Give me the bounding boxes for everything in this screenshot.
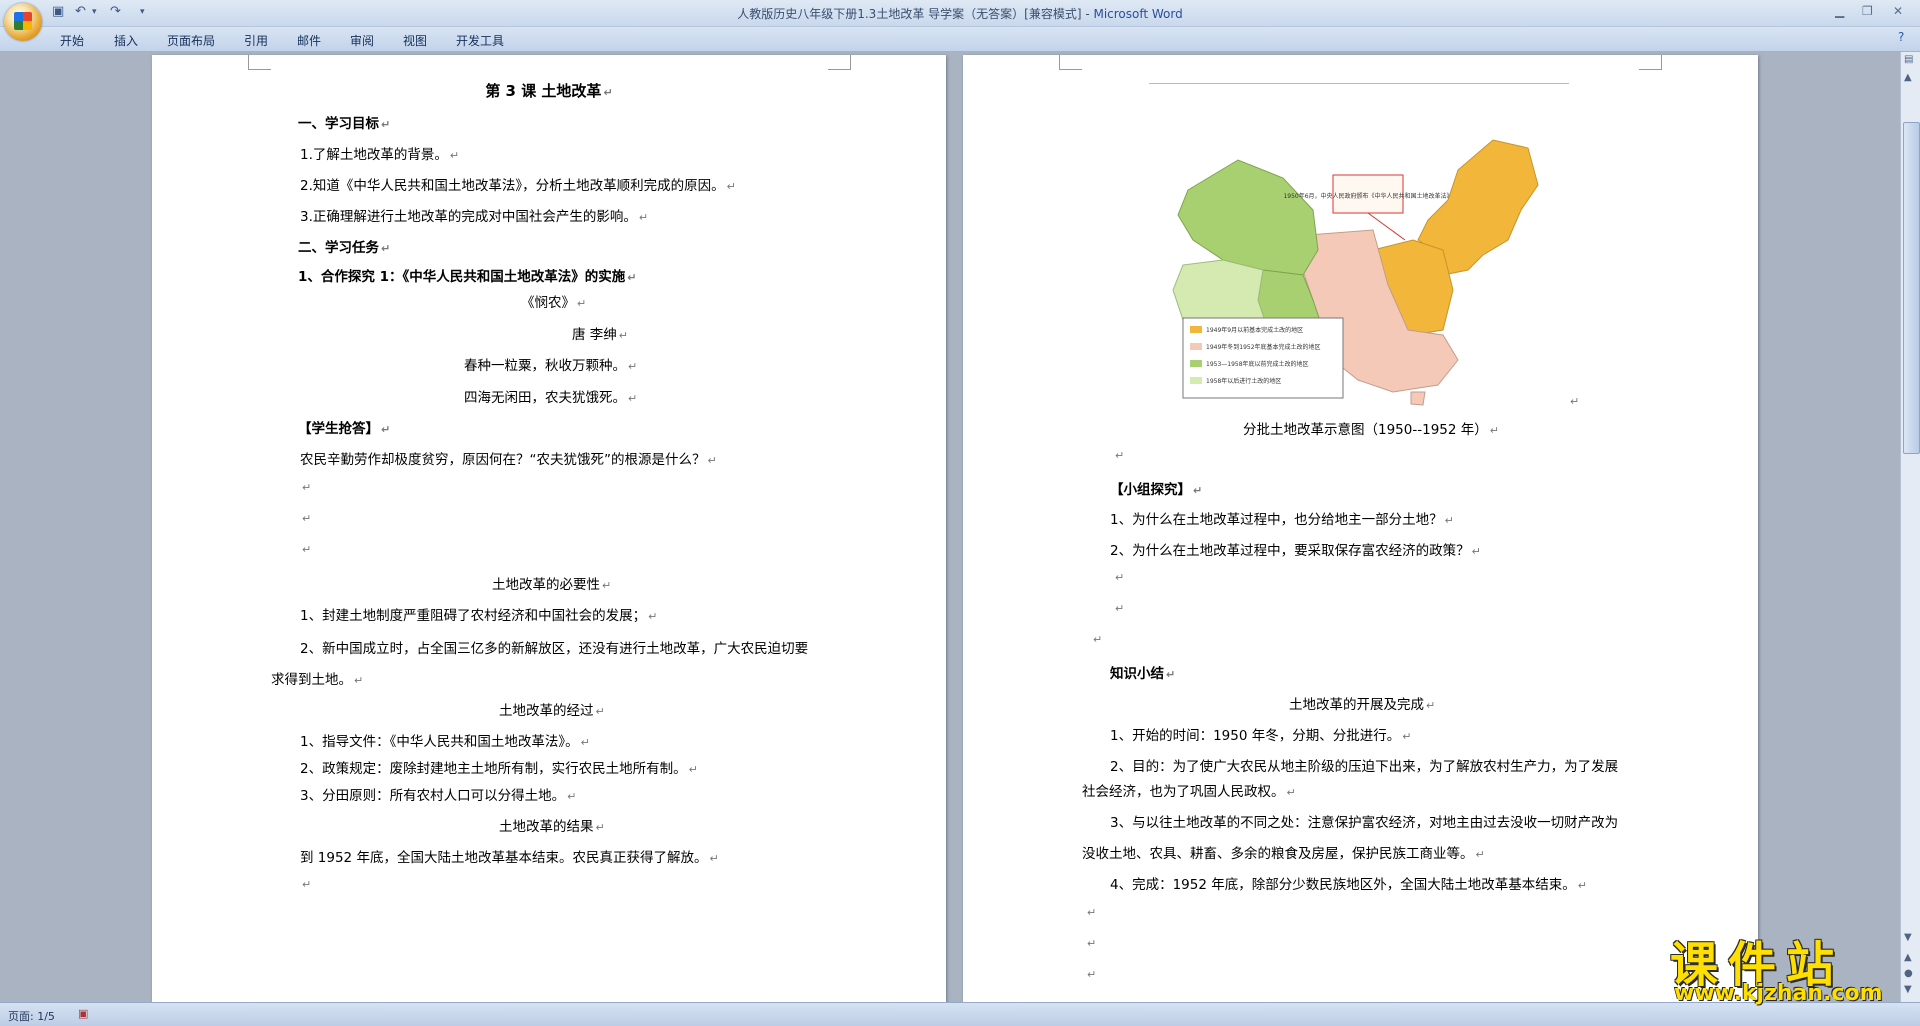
lesson-title: 第 3 课 土地改革 ↵ (485, 82, 613, 100)
empty-paragraph: ↵ (1115, 571, 1125, 584)
crop-mark (248, 55, 271, 70)
tab-mailings[interactable]: 邮件 (297, 32, 321, 49)
previous-page-icon[interactable]: ▲ (1904, 952, 1912, 963)
empty-paragraph: ↵ (1115, 602, 1125, 615)
question-text: 农民辛勤劳作却极度贫穷，原因何在？“农夫犹饿死”的根源是什么？ ↵ (300, 452, 717, 468)
image-frame-line (1149, 83, 1569, 84)
poem-line-1: 春种一粒粟，秋收万颗种。 ↵ (464, 358, 638, 374)
summary-3-line-2: 没收土地、农具、耕畜、多余的粮食及房屋，保护民族工商业等。 ↵ (1082, 846, 1485, 862)
tab-references[interactable]: 引用 (244, 32, 268, 49)
heading-goals: 一、学习目标 ↵ (298, 116, 391, 132)
summary-3-line-1: 3、与以往土地改革的不同之处：注意保护富农经济，对地主由过去没收一切财产改为 (1110, 815, 1619, 831)
summary-1: 1、开始的时间：1950 年冬，分期、分批进行。 ↵ (1110, 728, 1412, 744)
close-icon[interactable]: ✕ (1893, 4, 1903, 18)
goal-1: 1.了解土地改革的背景。 ↵ (300, 147, 460, 163)
office-logo-icon (14, 12, 32, 30)
document-title: 人教版历史八年级下册1.3土地改革 导学案（无答案）[兼容模式] (737, 7, 1082, 21)
map-region-pink (1410, 391, 1426, 406)
tab-developer[interactable]: 开发工具 (456, 32, 504, 49)
document-workspace: 第 3 课 土地改革 ↵ 一、学习目标 ↵ 1.了解土地改革的背景。 ↵ 2.知道《中… (0, 52, 1900, 1002)
poem-author: 唐 李绅 ↵ (572, 327, 629, 343)
poem-line-2: 四海无闲田，农夫犹饿死。 ↵ (464, 390, 638, 406)
tab-view[interactable]: 视图 (403, 32, 427, 49)
ruler-toggle-icon[interactable]: ▤ (1904, 54, 1913, 65)
student-answer-label: 【学生抢答】 ↵ (298, 421, 391, 437)
poem-title: 《悯农》 ↵ (521, 295, 587, 311)
restore-icon[interactable]: ❐ (1862, 4, 1873, 18)
watermark-url: www.kjzhan.com (1674, 981, 1883, 1006)
summary-2-line-2: 社会经济，也为了巩固人民政权。 ↵ (1082, 784, 1296, 800)
scroll-down-icon[interactable]: ▼ (1904, 932, 1912, 943)
map-caption: 分批土地改革示意图（1950--1952 年） ↵ (1243, 422, 1499, 438)
proofing-icon[interactable]: ▣ (78, 1007, 88, 1020)
summary-title: 土地改革的开展及完成 ↵ (1289, 697, 1436, 713)
ribbon-tab-bar: 开始 插入 页面布局 引用 邮件 审阅 视图 开发工具 ? (0, 27, 1920, 52)
map-legend-item: 1949年9月以前基本完成土改的地区 (1206, 326, 1303, 334)
map-legend-item: 1953—1958年底以前完成土改的地区 (1206, 360, 1309, 368)
heading-tasks: 二、学习任务 ↵ (298, 240, 391, 256)
group-question-1: 1、为什么在土地改革过程中，也分给地主一部分土地？ ↵ (1110, 512, 1454, 528)
crop-mark (828, 55, 851, 70)
group-question-2: 2、为什么在土地改革过程中，要采取保存富农经济的政策？ ↵ (1110, 543, 1481, 559)
task-1: 1、合作探究 1：《中华人民共和国土地改革法》的实施 ↵ (298, 269, 637, 285)
minimize-icon[interactable]: ▁ (1835, 4, 1844, 18)
empty-paragraph: ↵ (302, 512, 312, 525)
necessity-1: 1、封建土地制度严重阻碍了农村经济和中国社会的发展； ↵ (300, 608, 658, 624)
goal-3: 3.正确理解进行土地改革的完成对中国社会产生的影响。 ↵ (300, 209, 649, 225)
crop-mark (1059, 55, 1082, 70)
summary-4: 4、完成：1952 年底，除部分少数民族地区外，全国大陆土地改革基本结束。 ↵ (1110, 877, 1587, 893)
site-watermark: 课件站 www.kjzhan.com (1660, 925, 1900, 1006)
empty-paragraph: ↵ (1087, 937, 1097, 950)
tab-home[interactable]: 开始 (60, 32, 84, 49)
necessity-title: 土地改革的必要性 ↵ (492, 577, 612, 593)
vertical-scrollbar[interactable]: ▤ ▲ ▼ ▲ ● ▼ (1900, 52, 1920, 1002)
process-3: 3、分田原则：所有农村人口可以分得土地。 ↵ (300, 788, 577, 804)
title-bar: ▣ ↶ ▾ ↷ ▾ 人教版历史八年级下册1.3土地改革 导学案（无答案）[兼容模… (0, 0, 1920, 41)
paragraph-mark: ↵ (1570, 395, 1580, 408)
group-inquiry-label: 【小组探究】 ↵ (1110, 482, 1203, 498)
summary-2-line-1: 2、目的：为了使广大农民从地主阶级的压迫下出来，为了解放农村生产力，为了发展 (1110, 759, 1619, 775)
next-page-icon[interactable]: ▼ (1904, 984, 1912, 995)
page-1[interactable]: 第 3 课 土地改革 ↵ 一、学习目标 ↵ 1.了解土地改革的背景。 ↵ 2.知道《中… (152, 55, 946, 1002)
land-reform-map[interactable]: 1950年6月，中央人民政府颁布《中华人民共和国土地改革法》 1949年9月以前… (1143, 100, 1543, 410)
necessity-2-line-2: 求得到土地。 ↵ (271, 672, 364, 688)
page-count[interactable]: 页面: 1/5 (8, 1008, 55, 1024)
page-2[interactable]: 1950年6月，中央人民政府颁布《中华人民共和国土地改革法》 1949年9月以前… (963, 55, 1758, 1002)
goal-2: 2.知道《中华人民共和国土地改革法》，分析土地改革顺利完成的原因。 ↵ (300, 178, 736, 194)
process-1: 1、指导文件：《中华人民共和国土地改革法》。 ↵ (300, 734, 590, 750)
tab-insert[interactable]: 插入 (114, 32, 138, 49)
tab-review[interactable]: 审阅 (350, 32, 374, 49)
empty-paragraph: ↵ (1087, 968, 1097, 981)
empty-paragraph: ↵ (302, 878, 312, 891)
map-callout-text: 1950年6月，中央人民政府颁布《中华人民共和国土地改革法》 (1283, 192, 1452, 200)
process-title: 土地改革的经过 ↵ (499, 703, 605, 719)
empty-paragraph: ↵ (1093, 633, 1103, 646)
necessity-2-line-1: 2、新中国成立时，占全国三亿多的新解放区，还没有进行土地改革，广大农民迫切要 (300, 641, 809, 657)
result-text: 到 1952 年底，全国大陆土地改革基本结束。农民真正获得了解放。 ↵ (300, 850, 719, 866)
crop-mark (1639, 55, 1662, 70)
empty-paragraph: ↵ (1115, 449, 1125, 462)
scroll-up-icon[interactable]: ▲ (1904, 72, 1912, 83)
result-title: 土地改革的结果 ↵ (499, 819, 605, 835)
scroll-thumb[interactable] (1903, 122, 1920, 454)
empty-paragraph: ↵ (1087, 906, 1097, 919)
help-icon[interactable]: ? (1898, 30, 1904, 44)
select-browse-object-icon[interactable]: ● (1904, 968, 1913, 979)
empty-paragraph: ↵ (302, 481, 312, 494)
window-title: 人教版历史八年级下册1.3土地改革 导学案（无答案）[兼容模式] - Micro… (737, 7, 1183, 21)
map-legend-item: 1958年以后进行土改的地区 (1206, 377, 1281, 385)
map-legend-item: 1949年冬到1952年底基本完成土改的地区 (1206, 343, 1321, 351)
office-button[interactable] (4, 3, 42, 41)
tab-page-layout[interactable]: 页面布局 (167, 32, 215, 49)
process-2: 2、政策规定：废除封建地主土地所有制，实行农民土地所有制。 ↵ (300, 761, 698, 777)
status-bar: 页面: 1/5 ▣ (0, 1002, 1920, 1026)
summary-label: 知识小结 ↵ (1110, 666, 1176, 682)
app-name: Microsoft Word (1093, 7, 1183, 21)
empty-paragraph: ↵ (302, 543, 312, 556)
